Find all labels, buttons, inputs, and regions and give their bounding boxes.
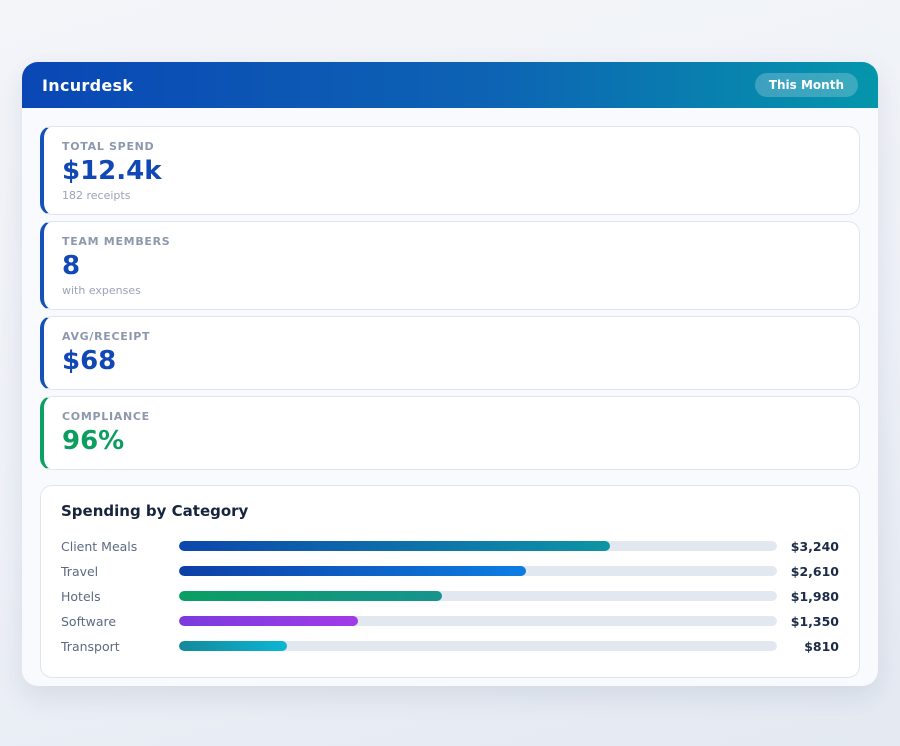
stat-label: TEAM MEMBERS — [62, 234, 171, 248]
dashboard-body: TOTAL SPEND $12.4k 182 receipts TEAM MEM… — [22, 108, 878, 696]
category-label: Travel — [61, 563, 99, 579]
chart-bar-row: Travel $2,610 — [61, 559, 839, 584]
bar-fill — [179, 641, 287, 652]
stat-label: COMPLIANCE — [62, 409, 150, 423]
stat-card: TOTAL SPEND $12.4k 182 receipts — [40, 126, 860, 215]
app-title: Incurdesk — [42, 75, 134, 95]
chart-rows: Client Meals $3,240 Travel $2,610 Hotels… — [61, 534, 839, 659]
bar-value: $3,240 — [790, 538, 839, 554]
bar-track — [179, 616, 777, 627]
bar-track — [179, 641, 777, 652]
chart-bar-row: Software $1,350 — [61, 609, 839, 634]
bar-fill — [179, 591, 443, 602]
bar-value: $810 — [804, 638, 839, 654]
stat-card: TEAM MEMBERS 8 with expenses — [40, 220, 860, 310]
bar-fill — [179, 566, 526, 577]
bar-fill — [179, 616, 359, 627]
stat-value: $68 — [62, 345, 117, 376]
bar-track — [179, 541, 777, 552]
stat-subtext: 182 receipts — [62, 188, 131, 202]
category-label: Software — [61, 613, 117, 629]
chart-card: Spending by Category Client Meals $3,240… — [40, 484, 860, 678]
chart-bar-row: Transport $810 — [61, 634, 839, 659]
chart-bar-row: Client Meals $3,240 — [61, 534, 839, 559]
stat-value: 96% — [62, 425, 125, 456]
stats-list: TOTAL SPEND $12.4k 182 receipts TEAM MEM… — [40, 126, 860, 470]
bar-track — [179, 591, 777, 602]
stat-value: 8 — [62, 250, 81, 281]
chart-title: Spending by Category — [61, 501, 249, 520]
bar-value: $1,980 — [790, 588, 839, 604]
bar-track — [179, 566, 777, 577]
stat-label: AVG/RECEIPT — [62, 329, 151, 343]
app-header: Incurdesk This Month — [22, 62, 878, 108]
category-label: Transport — [61, 638, 120, 654]
chart-bar-row: Hotels $1,980 — [61, 584, 839, 609]
stat-card: AVG/RECEIPT $68 — [40, 315, 860, 390]
bar-value: $1,350 — [790, 613, 839, 629]
period-badge[interactable]: This Month — [754, 73, 858, 97]
bar-value: $2,610 — [790, 563, 839, 579]
stat-subtext: with expenses — [62, 283, 141, 297]
category-label: Client Meals — [61, 538, 138, 554]
app-container: Incurdesk This Month TOTAL SPEND $12.4k … — [22, 62, 878, 686]
bar-fill — [179, 541, 610, 552]
category-label: Hotels — [61, 588, 101, 604]
stat-value: $12.4k — [62, 156, 162, 186]
stat-label: TOTAL SPEND — [62, 140, 155, 153]
stat-card: COMPLIANCE 96% — [40, 395, 860, 470]
